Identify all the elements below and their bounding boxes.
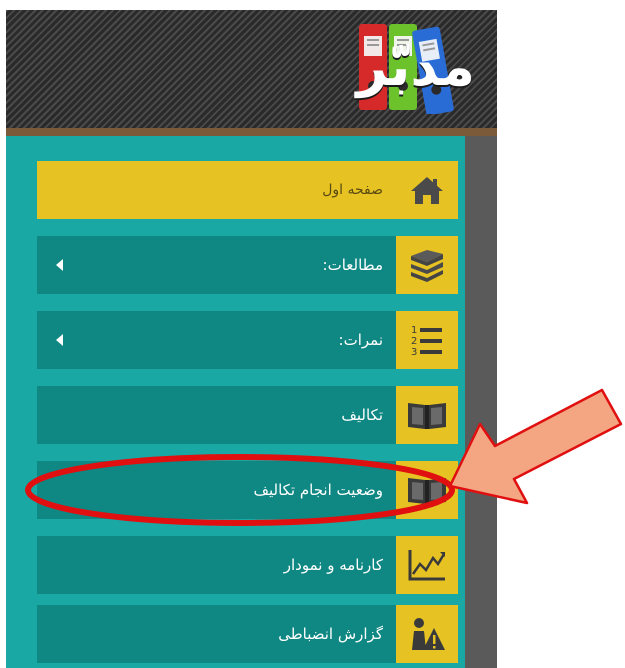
menu-item-label: گزارش انضباطی xyxy=(278,625,383,643)
menu-item-label: مطالعات: xyxy=(322,256,383,274)
menu-item-assignments[interactable]: تکالیف xyxy=(37,386,458,444)
menu-item-home[interactable]: صفحه اول xyxy=(37,161,458,219)
sidebar-scroll-track xyxy=(465,136,497,668)
expand-arrow-icon[interactable] xyxy=(56,334,63,346)
line-chart-icon xyxy=(396,536,458,594)
menu-item-label: کارنامه و نمودار xyxy=(283,556,383,574)
header-divider xyxy=(6,128,497,136)
menu-item-discipline-report[interactable]: گزارش انضباطی xyxy=(37,605,458,663)
menu-item-grades[interactable]: 1 2 3 نمرات: xyxy=(37,311,458,369)
menu-item-label: تکالیف xyxy=(341,406,383,424)
open-book-icon xyxy=(396,461,458,519)
open-book-icon xyxy=(396,386,458,444)
menu-item-label: وضعیت انجام تکالیف xyxy=(253,481,383,499)
expand-arrow-icon[interactable] xyxy=(56,259,63,271)
home-icon xyxy=(396,161,458,219)
svg-text:1: 1 xyxy=(411,325,417,336)
menu-item-label: نمرات: xyxy=(338,331,383,349)
svg-text:3: 3 xyxy=(411,347,417,357)
menu-item-label: صفحه اول xyxy=(322,182,383,198)
menu-item-report-card[interactable]: کارنامه و نمودار xyxy=(37,536,458,594)
menu-item-studies[interactable]: مطالعات: xyxy=(37,236,458,294)
books-stack-icon xyxy=(396,236,458,294)
svg-text:2: 2 xyxy=(411,336,417,347)
menu-item-assignment-status[interactable]: وضعیت انجام تکالیف xyxy=(37,461,458,519)
app-logo-text: مدبّر xyxy=(356,35,476,98)
person-warning-icon xyxy=(396,605,458,663)
numbered-list-icon: 1 2 3 xyxy=(396,311,458,369)
